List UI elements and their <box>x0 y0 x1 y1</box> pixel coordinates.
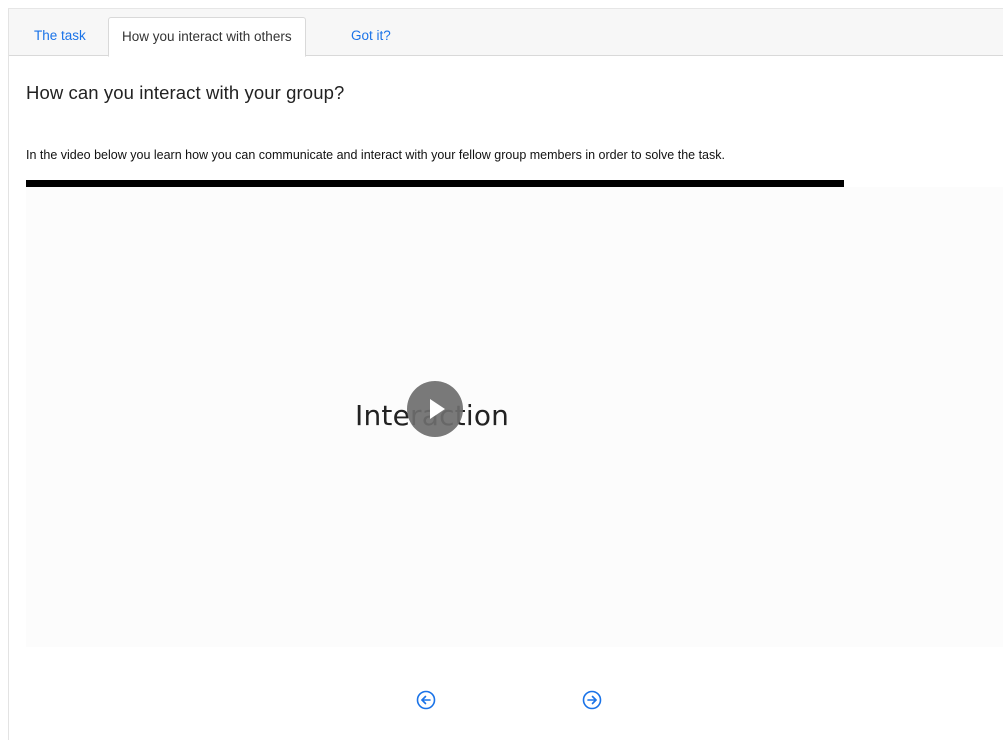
tab-the-task[interactable]: The task <box>21 17 99 56</box>
video-progress-bar[interactable] <box>26 180 844 187</box>
play-button[interactable] <box>407 381 463 437</box>
tab-how-you-interact[interactable]: How you interact with others <box>108 17 306 57</box>
page-title: How can you interact with your group? <box>26 82 345 103</box>
next-button[interactable] <box>581 689 603 711</box>
tab-bar: The task How you interact with others Go… <box>9 9 1003 57</box>
video-player[interactable]: Interaction <box>26 187 1003 647</box>
play-icon <box>430 399 445 419</box>
previous-button[interactable] <box>415 689 437 711</box>
tab-got-it[interactable]: Got it? <box>338 17 404 56</box>
intro-text: In the video below you learn how you can… <box>26 148 725 162</box>
arrow-left-circle-icon <box>416 690 436 710</box>
arrow-right-circle-icon <box>582 690 602 710</box>
page-frame: The task How you interact with others Go… <box>8 8 1003 740</box>
